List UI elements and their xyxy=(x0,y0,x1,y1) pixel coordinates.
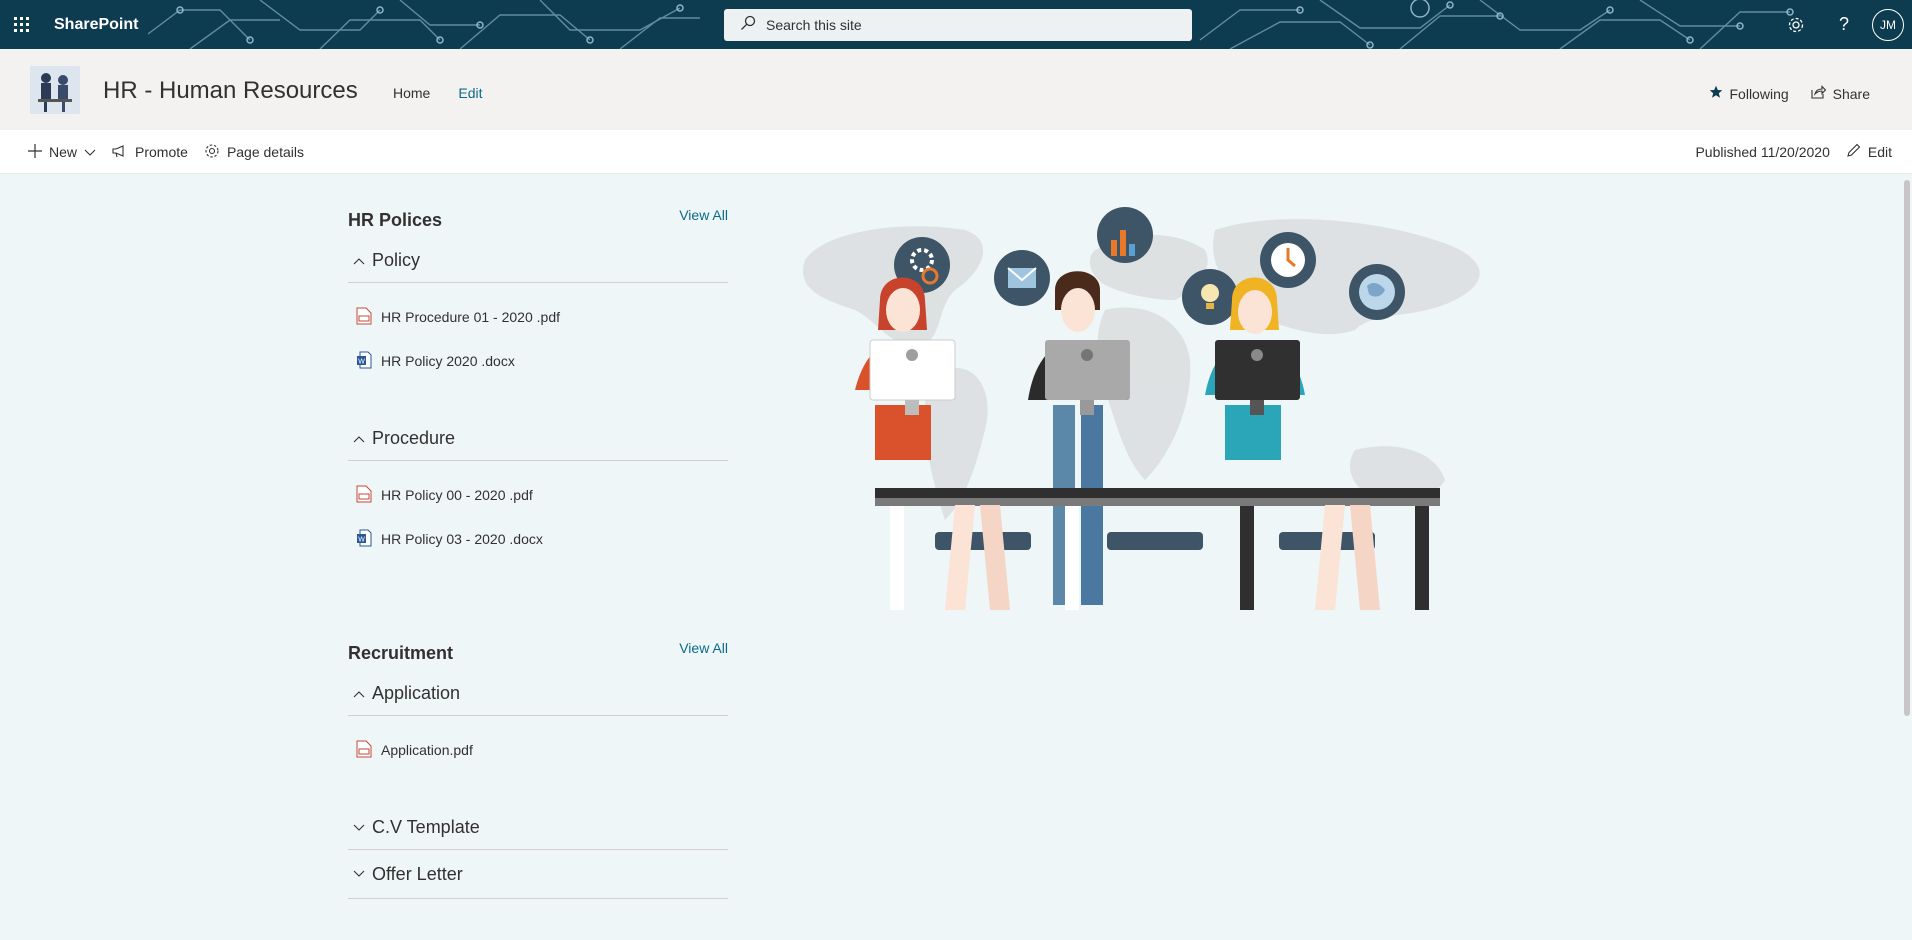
user-avatar[interactable]: JM xyxy=(1872,8,1904,41)
share-label: Share xyxy=(1832,85,1870,102)
svg-text:W: W xyxy=(358,358,365,365)
share-button[interactable]: Share xyxy=(1811,85,1870,102)
group-header-application[interactable]: Application xyxy=(348,672,728,716)
pdf-file-icon xyxy=(356,740,372,761)
top-navigation: Home Edit xyxy=(393,85,482,101)
command-bar: New Promote Page details Published 11/20… xyxy=(0,130,1912,174)
page-scrollbar-thumb[interactable] xyxy=(1904,180,1910,716)
plus-icon xyxy=(28,143,42,161)
promote-label: Promote xyxy=(135,144,188,160)
page-details-button[interactable]: Page details xyxy=(204,143,304,162)
published-status: Published 11/20/2020 xyxy=(1695,144,1830,160)
pdf-file-icon xyxy=(356,485,372,506)
group-header-offer-letter[interactable]: Offer Letter xyxy=(348,850,728,899)
pdf-file-icon xyxy=(356,307,372,328)
hr-polices-section: HR Polices View All Policy HR Procedure … xyxy=(348,207,728,561)
search-box[interactable]: Search this site xyxy=(724,9,1192,41)
section-title: HR Polices xyxy=(348,210,443,230)
chevron-down-icon xyxy=(348,824,370,832)
file-name: HR Procedure 01 - 2020 .pdf xyxy=(381,309,560,325)
pencil-icon xyxy=(1846,143,1861,161)
group-header-policy[interactable]: Policy xyxy=(348,239,728,283)
nav-edit-link[interactable]: Edit xyxy=(458,85,482,101)
nav-home-link[interactable]: Home xyxy=(393,85,430,101)
promote-button[interactable]: Promote xyxy=(112,144,188,161)
sharepoint-brand-link[interactable]: SharePoint xyxy=(44,0,149,49)
recruitment-section: Recruitment View All Application Applica… xyxy=(348,640,728,899)
file-item[interactable]: HR Procedure 01 - 2020 .pdf xyxy=(348,295,728,339)
file-item[interactable]: HR Policy 00 - 2020 .pdf xyxy=(348,473,728,517)
star-icon xyxy=(1709,85,1723,102)
site-header: HR - Human Resources Home Edit Following… xyxy=(0,49,1912,130)
new-label: New xyxy=(49,144,78,160)
following-button[interactable]: Following xyxy=(1709,85,1789,102)
group-header-cv-template[interactable]: C.V Template xyxy=(348,806,728,850)
chevron-up-icon xyxy=(348,690,370,698)
suite-bar: SharePoint Search this site ? JM xyxy=(0,0,1912,49)
file-name: HR Policy 2020 .docx xyxy=(381,353,515,369)
word-file-icon: W xyxy=(356,529,372,550)
help-icon[interactable]: ? xyxy=(1820,0,1868,49)
section-title: Recruitment xyxy=(348,643,454,663)
following-label: Following xyxy=(1729,85,1789,102)
megaphone-icon xyxy=(112,144,128,161)
group-header-procedure[interactable]: Procedure xyxy=(348,417,728,461)
word-file-icon: W xyxy=(356,351,372,372)
chevron-down-icon xyxy=(348,870,370,878)
chevron-up-icon xyxy=(348,257,370,265)
settings-gear-icon[interactable] xyxy=(1772,0,1820,49)
new-button[interactable]: New xyxy=(28,143,96,161)
share-icon xyxy=(1811,85,1826,102)
svg-text:W: W xyxy=(358,536,365,543)
file-name: HR Policy 03 - 2020 .docx xyxy=(381,531,543,547)
edit-label: Edit xyxy=(1867,144,1892,160)
search-icon xyxy=(740,15,756,36)
file-name: HR Policy 00 - 2020 .pdf xyxy=(381,487,533,503)
group-name: C.V Template xyxy=(372,817,480,837)
page-details-label: Page details xyxy=(226,144,304,160)
search-input[interactable]: Search this site xyxy=(766,17,862,33)
view-all-link[interactable]: View All xyxy=(679,640,728,656)
site-title[interactable]: HR - Human Resources xyxy=(103,77,358,105)
file-item[interactable]: Application.pdf xyxy=(348,728,728,772)
group-name: Application xyxy=(372,683,461,703)
chevron-up-icon xyxy=(348,435,370,443)
group-name: Policy xyxy=(372,250,421,270)
file-name: Application.pdf xyxy=(381,742,473,758)
file-item[interactable]: W HR Policy 2020 .docx xyxy=(348,339,728,383)
edit-page-button[interactable]: Edit xyxy=(1846,143,1892,161)
chevron-down-icon xyxy=(84,144,96,160)
team-illustration xyxy=(803,207,1480,610)
group-name: Offer Letter xyxy=(372,863,463,884)
site-logo[interactable] xyxy=(30,66,80,114)
gear-icon xyxy=(204,143,220,162)
view-all-link[interactable]: View All xyxy=(679,207,728,223)
group-name: Procedure xyxy=(372,428,456,448)
file-item[interactable]: W HR Policy 03 - 2020 .docx xyxy=(348,517,728,561)
app-launcher-icon[interactable] xyxy=(0,0,44,49)
